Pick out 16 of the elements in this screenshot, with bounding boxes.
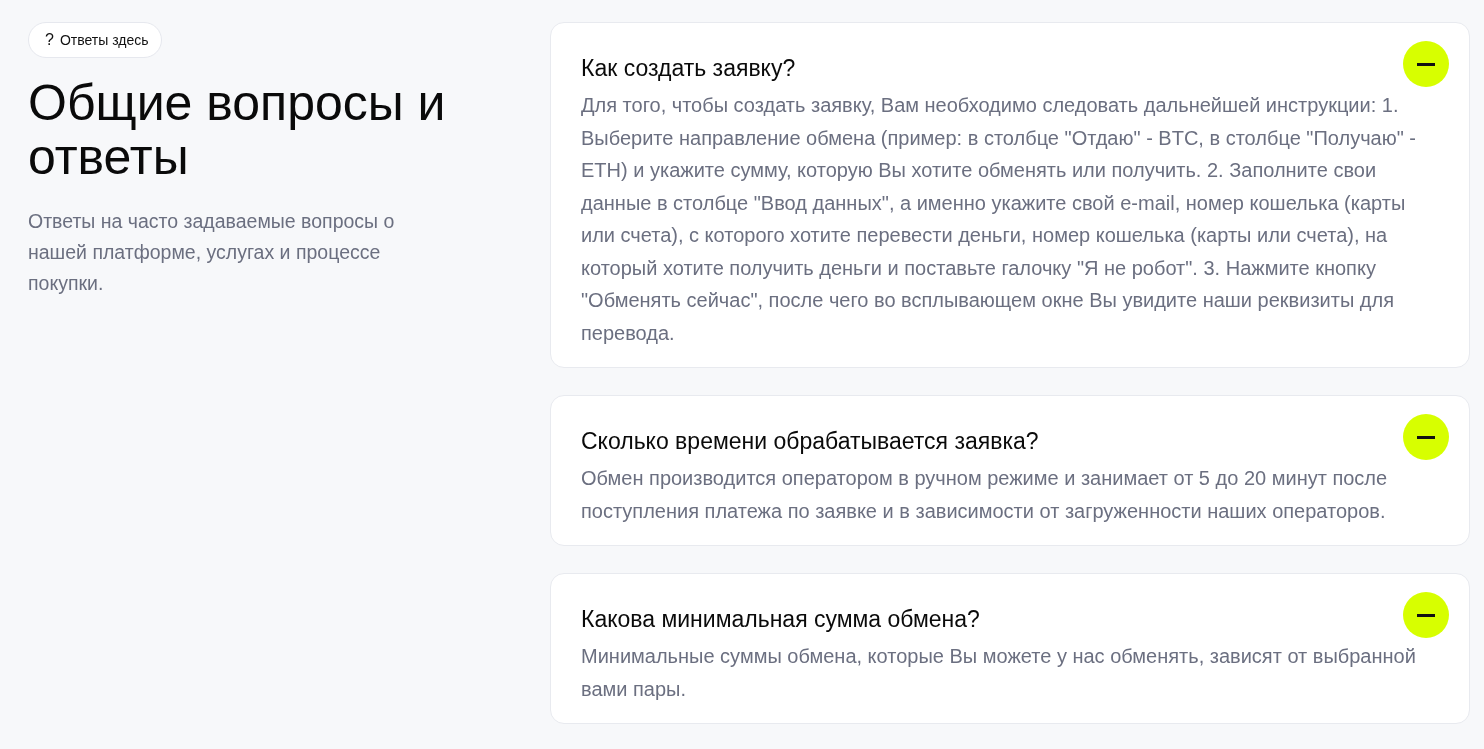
page-heading: Общие вопросы и ответы [28, 76, 447, 184]
faq-question[interactable]: Сколько времени обрабатывается заявка? [581, 419, 1039, 455]
question-icon: ? [45, 31, 54, 49]
collapse-button[interactable] [1403, 41, 1449, 87]
collapse-button[interactable] [1403, 414, 1449, 460]
faq-question[interactable]: Как создать заявку? [581, 46, 796, 82]
page-subtitle: Ответы на часто задаваемые вопросы о нашей платформе, услугах и процессе покупки. [28, 209, 396, 296]
minus-icon [1417, 613, 1435, 617]
minus-icon [1417, 435, 1435, 439]
badge-label: Ответы здесь [59, 32, 149, 48]
faq-question[interactable]: Какова минимальная сумма обмена? [581, 597, 980, 633]
minus-icon [1417, 62, 1435, 66]
faq-answer: Обмен производится оператором в ручном режиме и занимает от 5 до 20 минут после поступления платежа по заявке и в зависимости от загруженности наших операторов. [581, 466, 1389, 524]
faq-answer: Минимальные суммы обмена, которые Вы можете у нас обменять, зависят от выбранной вами пары. [581, 644, 1417, 702]
collapse-button[interactable] [1403, 592, 1449, 638]
faq-answer: Для того, чтобы создать заявку, Вам необходимо следовать дальнейшей инструкции: 1. Выберите направление обмена (пример: в столбце "Отдаю" - BTC, в столбце "Получаю" - ETH) и укажите сумму, которую Вы хотите обменять или получить. 2. Заполните свои данные в столбце "Ввод данных", а именно укажите свой e-mail, номер кошелька (карты или счета), с которого хотите перевести деньги, номер кошелька (карты или счета), на который хотите получить деньги и поставьте галочку "Я не робот". 3. Нажмите кнопку "Обменять сейчас", после чего во всплывающем окне Вы увидите наши реквизиты для перевода. [581, 93, 1417, 346]
